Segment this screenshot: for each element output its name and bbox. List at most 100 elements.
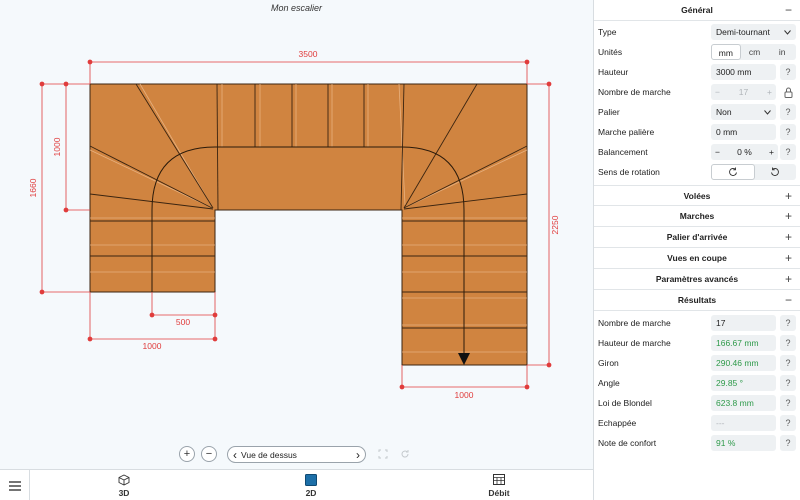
dim-bottom-right: 1000 xyxy=(455,390,474,400)
steps-value: 17 xyxy=(738,87,749,97)
tab-debit-label: Débit xyxy=(488,487,510,498)
chevron-down-icon xyxy=(784,29,791,35)
section-advanced-title: Paramètres avancés xyxy=(655,274,739,284)
type-select[interactable]: Demi-tournant xyxy=(711,24,796,40)
section-flights-header[interactable]: Volées + xyxy=(594,185,800,206)
result-label: Angle xyxy=(598,378,620,388)
stair-plan-drawing[interactable]: 3500 1660 1000 2250 500 1000 1000 xyxy=(0,0,593,440)
stair-outline xyxy=(89,83,528,366)
row-landing-step: Marche palière 0 mm ? xyxy=(594,122,800,142)
rotation-label: Sens de rotation xyxy=(598,167,660,177)
zoom-out-button[interactable]: − xyxy=(201,446,217,462)
view-next-button[interactable]: › xyxy=(356,448,360,462)
section-arrival-landing-header[interactable]: Palier d'arrivée + xyxy=(594,227,800,248)
tab-2d[interactable]: 2D xyxy=(281,472,341,499)
rotate-clockwise-icon[interactable] xyxy=(711,164,755,180)
unit-cm-option[interactable]: cm xyxy=(741,44,769,60)
section-flights-title: Volées xyxy=(683,190,711,201)
square-icon xyxy=(305,473,317,486)
steps-plus-button[interactable]: + xyxy=(767,87,772,97)
balance-plus-button[interactable]: + xyxy=(769,147,774,157)
collapse-icon[interactable]: − xyxy=(785,293,792,307)
unit-in-option[interactable]: in xyxy=(768,44,796,60)
landing-label: Palier xyxy=(598,107,620,117)
collapse-icon[interactable]: − xyxy=(785,3,792,17)
rotate-counterclockwise-icon[interactable] xyxy=(755,164,797,180)
steps-minus-button[interactable]: − xyxy=(715,87,720,97)
view-selector[interactable]: ‹ Vue de dessus › xyxy=(227,446,366,463)
drawing-canvas[interactable]: Mon escalier 3500 1660 1000 2250 500 100… xyxy=(0,0,593,469)
reset-view-icon[interactable] xyxy=(397,446,413,462)
lock-icon[interactable] xyxy=(780,84,796,100)
height-input[interactable]: 3000 mm xyxy=(711,64,776,80)
section-section-views-title: Vues en coupe xyxy=(667,253,727,263)
section-section-views-header[interactable]: Vues en coupe + xyxy=(594,248,800,269)
dim-bottom-left-outer: 1000 xyxy=(143,341,162,351)
result-label: Note de confort xyxy=(598,438,657,448)
result-row: Note de confort 91 %? xyxy=(594,433,800,453)
bottom-tab-bar: 3D 2D Débit xyxy=(0,469,593,500)
expand-icon[interactable]: + xyxy=(785,230,792,244)
result-help-button[interactable]: ? xyxy=(780,435,796,451)
row-steps: Nombre de marche − 17 + xyxy=(594,82,800,102)
result-value: 17 xyxy=(711,315,776,331)
row-height: Hauteur 3000 mm ? xyxy=(594,62,800,82)
result-help-button[interactable]: ? xyxy=(780,315,796,331)
result-help-button[interactable]: ? xyxy=(780,395,796,411)
result-label: Giron xyxy=(598,358,619,368)
result-row: Giron 290.46 mm? xyxy=(594,353,800,373)
height-label: Hauteur xyxy=(598,67,629,77)
fit-view-icon[interactable] xyxy=(375,446,391,462)
balance-stepper[interactable]: − 0 % + xyxy=(711,144,778,160)
tab-3d[interactable]: 3D xyxy=(94,472,154,499)
result-row: Hauteur de marche 166.67 mm? xyxy=(594,333,800,353)
result-label: Hauteur de marche xyxy=(598,338,671,348)
rotation-toggle xyxy=(711,164,796,180)
result-help-button[interactable]: ? xyxy=(780,355,796,371)
landing-select[interactable]: Non xyxy=(711,104,776,120)
zoom-in-button[interactable]: + xyxy=(179,446,195,462)
hamburger-icon xyxy=(8,480,21,491)
balance-value: 0 % xyxy=(737,147,752,157)
balance-minus-button[interactable]: − xyxy=(715,147,720,157)
result-value: 290.46 mm xyxy=(711,355,776,371)
result-value: 166.67 mm xyxy=(711,335,776,351)
balance-help-button[interactable]: ? xyxy=(780,144,796,160)
tab-debit[interactable]: Débit xyxy=(469,472,529,499)
result-help-button[interactable]: ? xyxy=(780,335,796,351)
unit-mm-option[interactable]: mm xyxy=(711,44,741,60)
landing-step-help-button[interactable]: ? xyxy=(780,124,796,140)
menu-button[interactable] xyxy=(0,470,30,500)
zoom-out-label: − xyxy=(205,447,213,460)
row-balance: Balancement − 0 % + ? xyxy=(594,142,800,162)
section-arrival-landing-title: Palier d'arrivée xyxy=(666,232,728,242)
landing-value: Non xyxy=(716,107,732,117)
expand-icon[interactable]: + xyxy=(785,189,792,203)
height-help-button[interactable]: ? xyxy=(780,64,796,80)
section-results-title: Résultats xyxy=(677,295,717,305)
dim-left-inner: 1000 xyxy=(52,137,62,156)
tab-2d-label: 2D xyxy=(305,487,317,498)
result-help-button[interactable]: ? xyxy=(780,415,796,431)
section-results-header[interactable]: Résultats − xyxy=(594,290,800,311)
result-row: Nombre de marche 17? xyxy=(594,313,800,333)
landing-help-button[interactable]: ? xyxy=(780,104,796,120)
expand-icon[interactable]: + xyxy=(785,251,792,265)
expand-icon[interactable]: + xyxy=(785,272,792,286)
section-advanced-header[interactable]: Paramètres avancés + xyxy=(594,269,800,290)
landing-step-input[interactable]: 0 mm xyxy=(711,124,776,140)
expand-icon[interactable]: + xyxy=(785,209,792,223)
section-general-title: Général xyxy=(681,5,713,15)
section-steps-header[interactable]: Marches + xyxy=(594,206,800,227)
units-label: Unités xyxy=(598,47,623,57)
steps-stepper[interactable]: − 17 + xyxy=(711,84,776,100)
dim-right-height: 2250 xyxy=(550,215,560,234)
row-type: Type Demi-tournant xyxy=(594,22,800,42)
dim-left-total: 1660 xyxy=(28,178,38,197)
result-value: 29.85 ° xyxy=(711,375,776,391)
result-label: Loi de Blondel xyxy=(598,398,652,408)
section-general-header[interactable]: Général − xyxy=(594,0,800,21)
results-list: Nombre de marche 17? Hauteur de marche 166.… xyxy=(594,311,800,453)
tab-3d-label: 3D xyxy=(118,487,130,498)
result-help-button[interactable]: ? xyxy=(780,375,796,391)
